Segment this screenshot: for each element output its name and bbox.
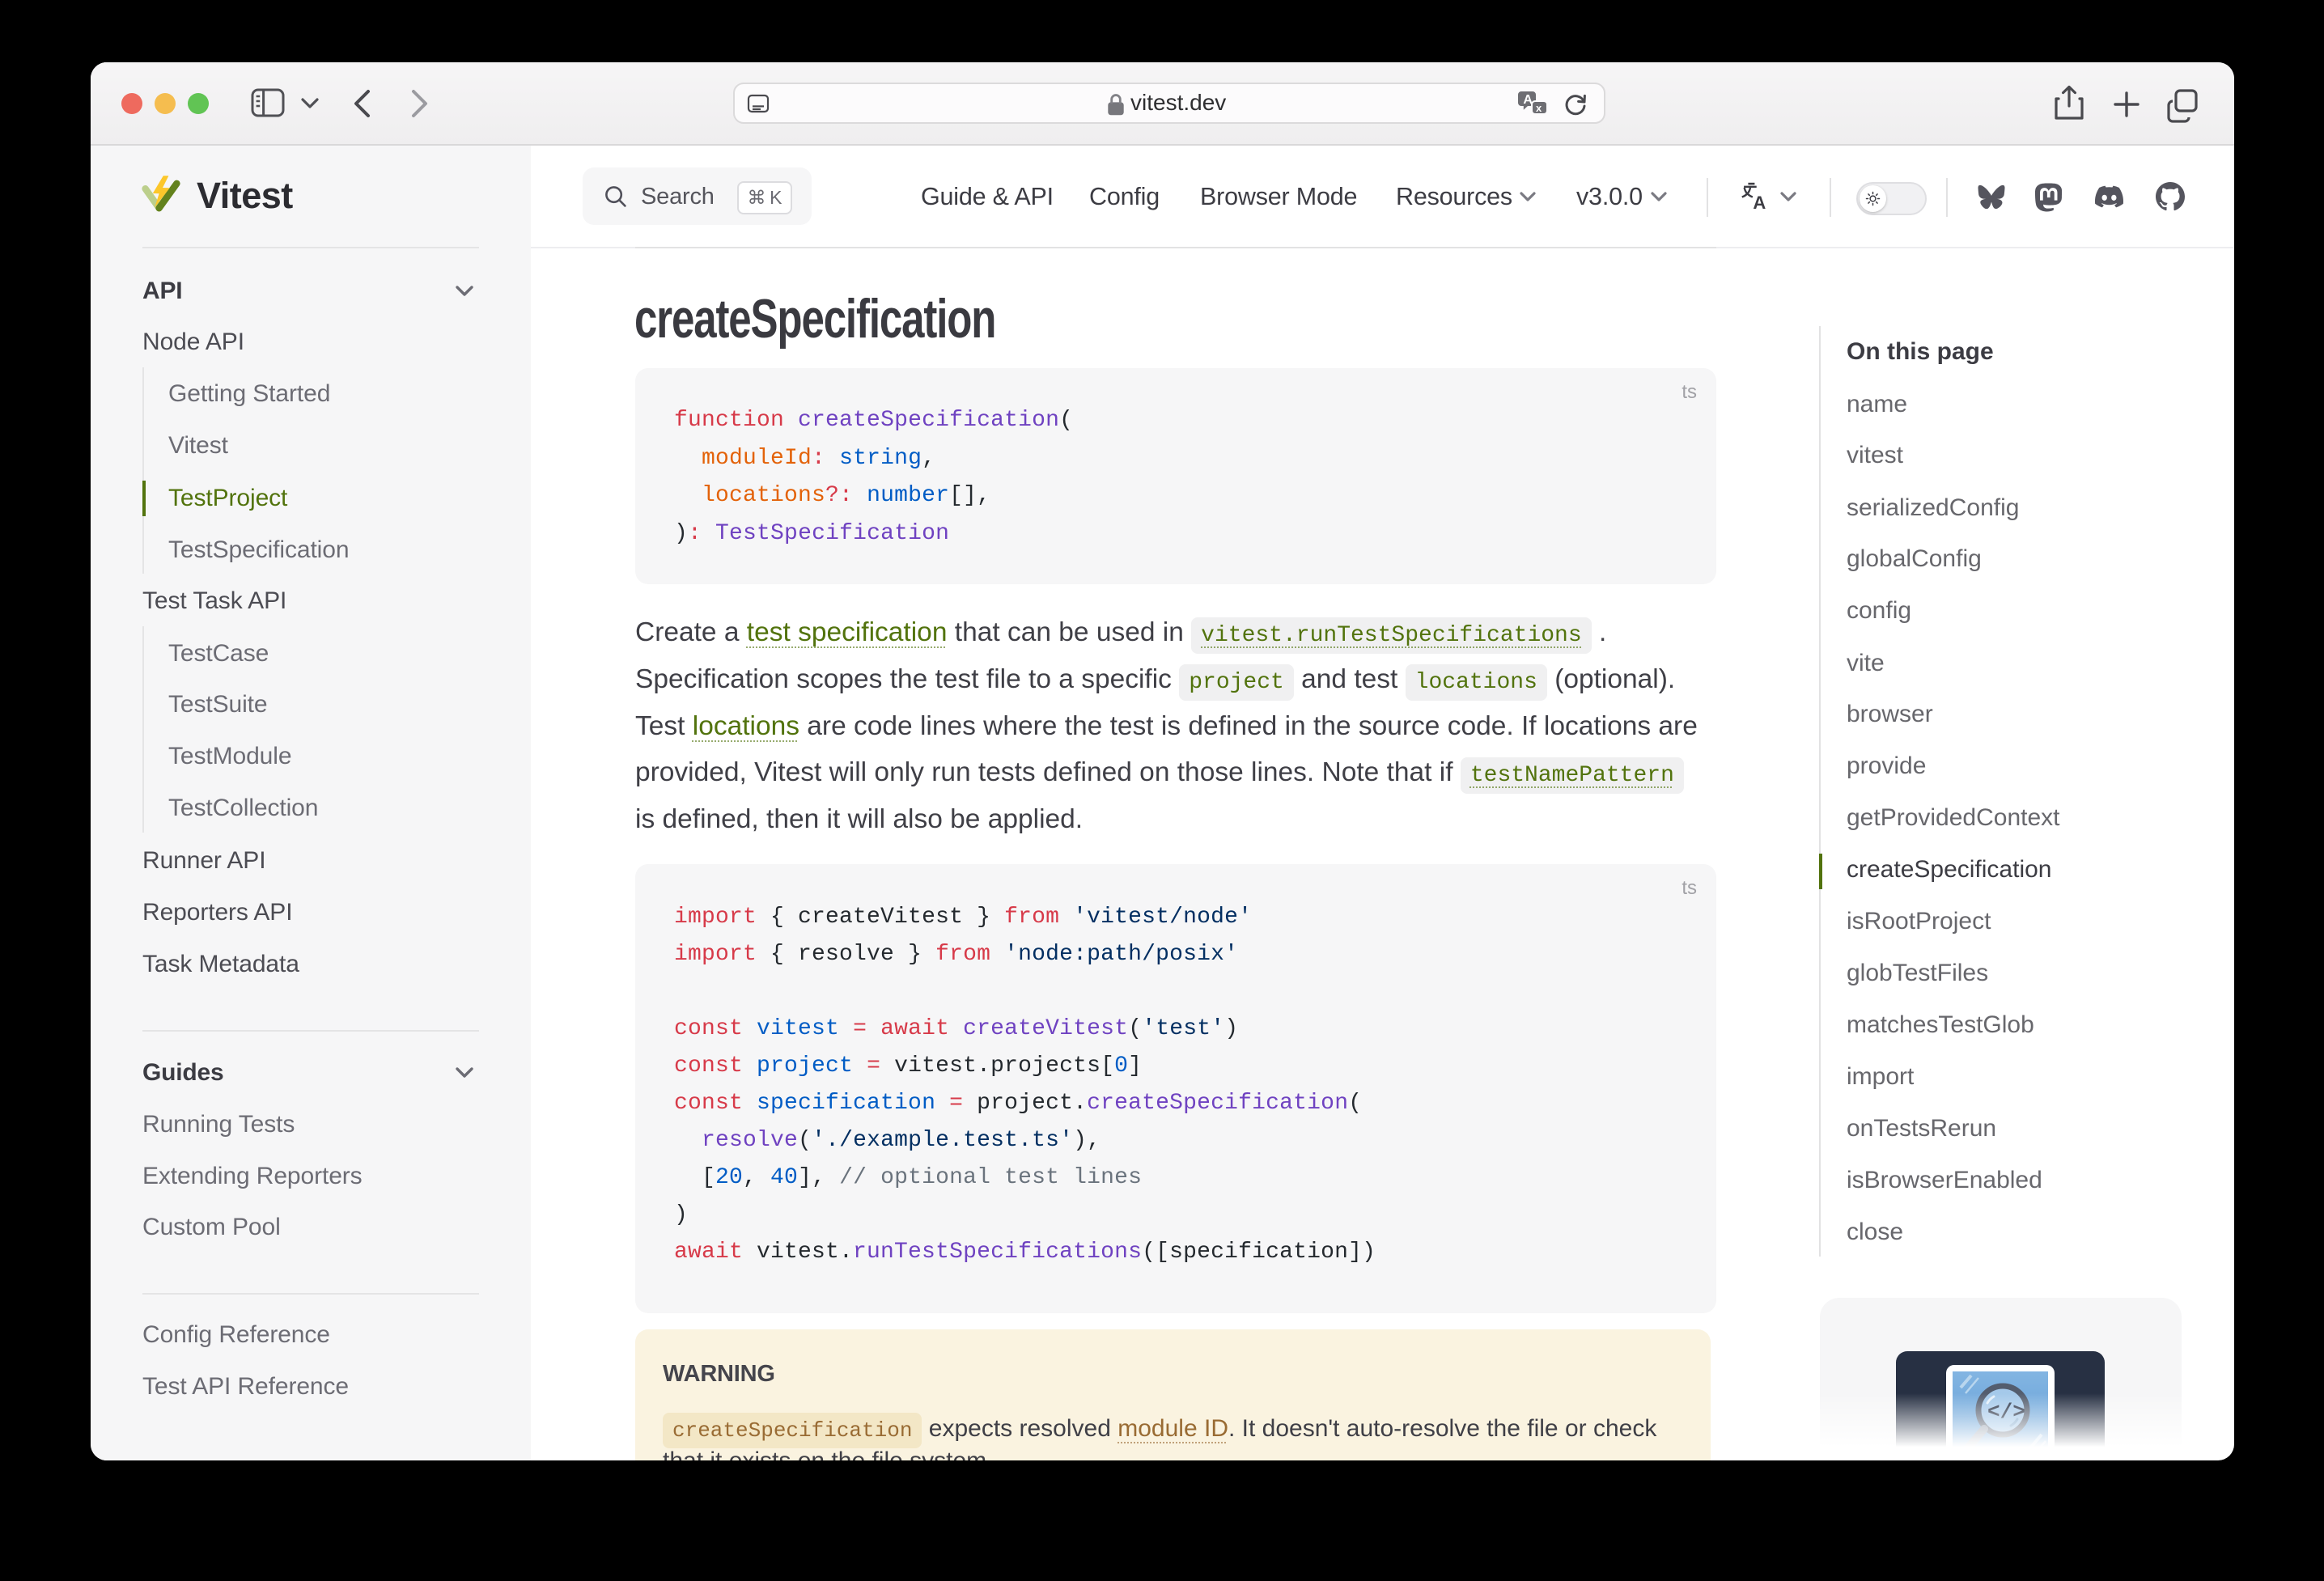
svg-text:A: A (1753, 193, 1766, 211)
svg-text:x: x (1536, 102, 1542, 114)
